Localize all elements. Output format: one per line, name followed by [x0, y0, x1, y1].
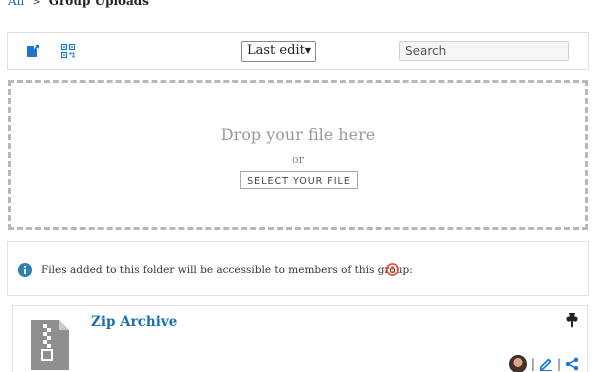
edit-icon[interactable] — [539, 357, 553, 371]
zip-file-icon — [31, 320, 69, 370]
share-icon[interactable] — [565, 357, 579, 371]
chevron-down-icon: ▼ — [304, 46, 311, 55]
qr-code-icon[interactable] — [61, 44, 75, 58]
group-access-notice: Files added to this folder will be acces… — [7, 241, 589, 296]
toolbar: Last edit ▼ — [7, 32, 589, 70]
breadcrumb-separator: > — [32, 0, 41, 8]
pin-icon[interactable] — [565, 312, 579, 328]
breadcrumb: All > Group Uploads — [8, 0, 149, 8]
info-icon — [18, 263, 32, 277]
sort-select-value: Last edit — [247, 43, 305, 58]
info-text: Files added to this folder will be acces… — [41, 264, 413, 276]
drop-zone-or: or — [292, 153, 304, 166]
search-input[interactable] — [399, 41, 569, 61]
sort-select[interactable]: Last edit ▼ — [241, 41, 316, 62]
breadcrumb-current: Group Uploads — [48, 0, 149, 8]
file-name-link[interactable]: Zip Archive — [91, 314, 177, 330]
file-list-item[interactable]: Zip Archive | | — [12, 305, 588, 372]
owner-avatar[interactable] — [508, 355, 527, 372]
file-drop-zone[interactable]: Drop your file here or SELECT YOUR FILE — [8, 80, 588, 230]
file-actions: | | — [508, 354, 579, 372]
group-icon[interactable] — [386, 263, 399, 276]
select-file-button[interactable]: SELECT YOUR FILE — [240, 171, 358, 189]
breadcrumb-all-link[interactable]: All — [8, 0, 24, 8]
drop-zone-title: Drop your file here — [220, 125, 376, 144]
upload-icon[interactable] — [26, 44, 40, 58]
